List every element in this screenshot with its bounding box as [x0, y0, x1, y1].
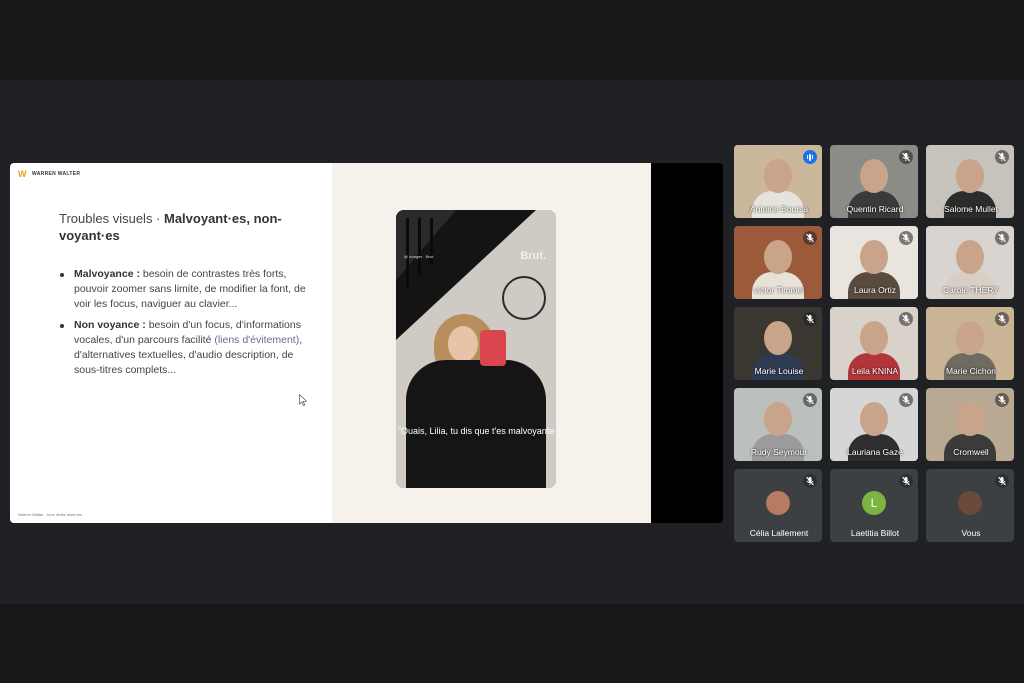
mic-muted-icon	[899, 231, 913, 245]
bullet-non-voyance: Non voyance : besoin d'un focus, d'infor…	[60, 318, 310, 378]
red-smartphone	[480, 330, 506, 366]
participant-name: Célia Lallement	[749, 528, 809, 538]
presentation-screen[interactable]: W WARREN WALTER Troubles visuels · Malvo…	[10, 163, 723, 523]
person-face	[448, 326, 478, 362]
participant-face	[956, 240, 984, 274]
brut-logo: Brut.	[520, 250, 546, 262]
video-credit: @ Images · Brut	[404, 254, 434, 259]
slide-text-panel: W WARREN WALTER Troubles visuels · Malvo…	[10, 163, 332, 523]
participant-tile[interactable]: Laura Ortiz	[830, 226, 918, 299]
mouse-cursor-icon	[299, 394, 307, 406]
mic-muted-icon	[803, 474, 817, 488]
participant-avatar	[766, 491, 790, 515]
mic-muted-icon	[899, 393, 913, 407]
participant-tile[interactable]: L Laetitia Billot	[830, 469, 918, 542]
mic-muted-icon	[995, 150, 1009, 164]
slide-media-panel: @ Images · Brut Brut. "Ouais, Lilia, tu …	[332, 163, 651, 523]
participant-name: Cromwell	[953, 447, 989, 457]
letterbox-top	[0, 0, 1024, 80]
video-caption: "Ouais, Lilia, tu dis que t'es malvoyant…	[397, 426, 555, 436]
participant-tile[interactable]: Antoine Boursa	[734, 145, 822, 218]
video-thumbnail[interactable]: @ Images · Brut Brut. "Ouais, Lilia, tu …	[396, 210, 556, 488]
mic-muted-icon	[995, 393, 1009, 407]
slide-title: Troubles visuels · Malvoyant·es, non-voy…	[59, 211, 282, 243]
participant-name: victor Timmel	[753, 285, 805, 295]
speaking-indicator-icon	[803, 150, 817, 164]
participant-tile[interactable]: Quentin Ricard	[830, 145, 918, 218]
participant-face	[764, 321, 792, 355]
participant-tile[interactable]: Cromwell	[926, 388, 1014, 461]
participant-face	[956, 159, 984, 193]
participant-face	[860, 321, 888, 355]
logo-text: WARREN WALTER	[32, 171, 81, 177]
participant-name: Salome Mullet	[944, 204, 998, 214]
participant-name: Quentin Ricard	[846, 204, 904, 214]
bullet-malvoyance: Malvoyance : besoin de contrastes très f…	[60, 267, 310, 312]
participant-name: Vous	[961, 528, 981, 538]
evitement-link[interactable]: (liens d'évitement)	[214, 334, 299, 346]
participant-avatar: L	[862, 491, 886, 515]
participant-name: Lauriana Gaze	[847, 447, 903, 457]
participant-face	[956, 321, 984, 355]
mic-muted-icon	[899, 474, 913, 488]
round-mirror	[502, 276, 546, 320]
logo-w-icon: W	[18, 169, 27, 179]
participant-tile[interactable]: Rudy Seymour	[734, 388, 822, 461]
participant-tile[interactable]: Salome Mullet	[926, 145, 1014, 218]
participant-tile[interactable]: Célia Lallement	[734, 469, 822, 542]
participant-name: Rudy Seymour	[750, 447, 808, 457]
mic-muted-icon	[803, 231, 817, 245]
participant-tile[interactable]: Leila KNINA	[830, 307, 918, 380]
participant-face	[764, 240, 792, 274]
participant-face	[860, 240, 888, 274]
mic-muted-icon	[803, 393, 817, 407]
participant-face	[956, 402, 984, 436]
mic-muted-icon	[995, 312, 1009, 326]
participant-avatar	[958, 491, 982, 515]
company-logo: W WARREN WALTER	[18, 169, 81, 179]
participant-tile[interactable]: Carole THERY	[926, 226, 1014, 299]
participant-name: Marie Louise	[754, 366, 804, 376]
participant-name: Laetitia Billot	[850, 528, 900, 538]
participant-tile[interactable]: Vous	[926, 469, 1014, 542]
participant-name: Marie Cichon	[945, 366, 997, 376]
participant-tile[interactable]: Marie Cichon	[926, 307, 1014, 380]
participant-face	[764, 402, 792, 436]
participant-name: Carole THERY	[943, 285, 999, 295]
person-body	[406, 360, 546, 488]
participant-name: Leila KNINA	[851, 366, 899, 376]
mic-muted-icon	[995, 474, 1009, 488]
mic-muted-icon	[899, 150, 913, 164]
mic-muted-icon	[803, 312, 817, 326]
participant-face	[860, 159, 888, 193]
participant-face	[860, 402, 888, 436]
participant-name: Laura Ortiz	[853, 285, 897, 295]
mic-muted-icon	[899, 312, 913, 326]
participant-face	[764, 159, 792, 193]
participant-tile[interactable]: victor Timmel	[734, 226, 822, 299]
mic-muted-icon	[995, 231, 1009, 245]
bullet-list: Malvoyance : besoin de contrastes très f…	[60, 267, 310, 384]
letterbox-bottom	[0, 604, 1024, 683]
participant-tile[interactable]: Marie Louise	[734, 307, 822, 380]
slide-footer: Warren Walter - tous droits réservés	[18, 512, 82, 517]
participant-name: Antoine Boursa	[749, 204, 809, 214]
participant-tile[interactable]: Lauriana Gaze	[830, 388, 918, 461]
